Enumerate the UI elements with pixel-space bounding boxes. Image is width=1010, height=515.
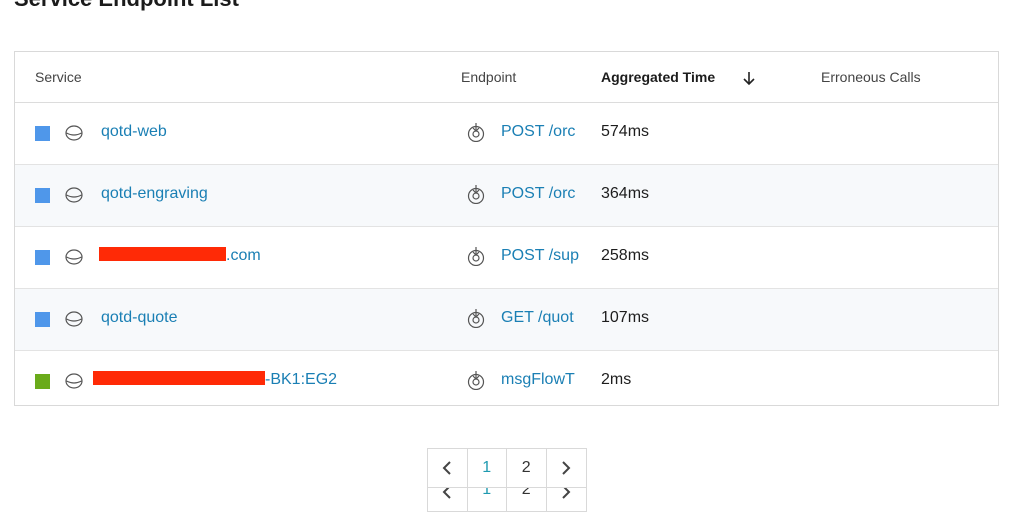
page-title: Service Endpoint List (14, 0, 239, 12)
service-endpoint-table: Service Endpoint Aggregated Time Erroneo… (14, 51, 999, 406)
aggregated-time-value: 364ms (601, 185, 650, 202)
chevron-left-icon (442, 488, 451, 499)
endpoint-icon (467, 371, 485, 390)
table-row: qotd-engraving POST /orc 364ms (15, 165, 998, 227)
service-link-suffix: -BK1:EG2 (265, 371, 338, 388)
table-row: .com POST /sup 258ms (15, 227, 998, 289)
database-icon (65, 311, 83, 327)
pagination: 1 2 (427, 448, 587, 488)
table-header: Service Endpoint Aggregated Time Erroneo… (15, 52, 998, 103)
column-header-endpoint[interactable]: Endpoint (461, 69, 516, 85)
pagination-prev-button[interactable] (428, 449, 468, 487)
page-number: 2 (521, 487, 531, 498)
aggregated-time-value: 258ms (601, 247, 650, 264)
aggregated-time-value: 2ms (601, 371, 632, 388)
endpoint-link[interactable]: GET /quot (501, 309, 581, 327)
pagination-page-1[interactable]: 1 (468, 487, 507, 511)
endpoint-icon (467, 309, 485, 328)
column-header-service[interactable]: Service (35, 69, 82, 85)
endpoint-link[interactable]: POST /orc (501, 185, 581, 203)
service-color-swatch (35, 250, 50, 265)
service-link[interactable]: qotd-web (101, 123, 167, 141)
chevron-left-icon (442, 461, 451, 475)
endpoint-icon (467, 247, 485, 266)
service-color-swatch (35, 312, 50, 327)
page-number: 1 (482, 487, 492, 498)
database-icon (65, 125, 83, 141)
arrow-down-icon[interactable] (742, 70, 756, 86)
aggregated-time-value: 107ms (601, 309, 650, 326)
pagination-page-1[interactable]: 1 (468, 449, 507, 487)
aggregated-time-value: 574ms (601, 123, 650, 140)
service-link[interactable]: .com (99, 247, 261, 265)
database-icon (65, 187, 83, 203)
chevron-right-icon (562, 488, 571, 499)
redaction-block (93, 371, 265, 385)
table-row: qotd-quote GET /quot 107ms (15, 289, 998, 351)
database-icon (65, 249, 83, 265)
service-link[interactable]: qotd-quote (101, 309, 178, 327)
pagination-next-button[interactable] (547, 449, 586, 487)
endpoint-link[interactable]: POST /orc (501, 123, 581, 141)
endpoint-icon (467, 123, 485, 142)
endpoint-link[interactable]: POST /sup (501, 247, 581, 265)
service-link[interactable]: qotd-engraving (101, 185, 208, 203)
service-color-swatch (35, 374, 50, 389)
service-link-suffix: .com (226, 247, 261, 264)
table-row: qotd-web POST /orc 574ms (15, 103, 998, 165)
pagination-next-button[interactable] (547, 488, 586, 511)
column-header-aggregated-time[interactable]: Aggregated Time (601, 69, 715, 85)
service-link[interactable]: -BK1:EG2 (93, 371, 337, 389)
database-icon (65, 373, 83, 389)
pagination-prev-button[interactable] (428, 488, 468, 511)
pagination-duplicate: 1 2 (427, 487, 587, 512)
service-color-swatch (35, 126, 50, 141)
redaction-block (99, 247, 226, 261)
endpoint-icon (467, 185, 485, 204)
table-row: -BK1:EG2 msgFlowT 2ms (15, 351, 998, 412)
service-color-swatch (35, 188, 50, 203)
column-header-erroneous-calls[interactable]: Erroneous Calls (821, 69, 921, 85)
pagination-page-2[interactable]: 2 (507, 488, 547, 511)
endpoint-link[interactable]: msgFlowT (501, 371, 581, 389)
pagination-page-2[interactable]: 2 (507, 449, 547, 487)
chevron-right-icon (562, 461, 571, 475)
